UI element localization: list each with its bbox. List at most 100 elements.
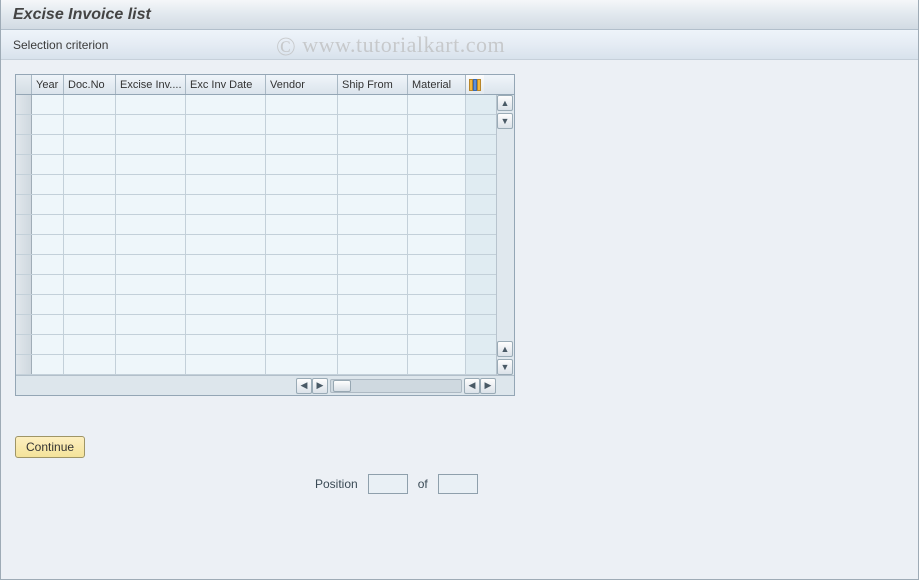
table-cell[interactable] xyxy=(32,335,64,354)
table-cell[interactable] xyxy=(186,335,266,354)
table-cell[interactable] xyxy=(408,135,466,154)
table-cell[interactable] xyxy=(266,335,338,354)
table-cell[interactable] xyxy=(338,335,408,354)
hscroll-thumb[interactable] xyxy=(333,380,351,392)
table-cell[interactable] xyxy=(338,275,408,294)
position-total-input[interactable] xyxy=(438,474,478,494)
table-cell[interactable] xyxy=(64,275,116,294)
table-cell[interactable] xyxy=(338,175,408,194)
table-cell[interactable] xyxy=(116,195,186,214)
table-cell[interactable] xyxy=(32,155,64,174)
table-cell[interactable] xyxy=(338,235,408,254)
table-cell[interactable] xyxy=(266,255,338,274)
row-selector[interactable] xyxy=(16,355,32,374)
row-selector[interactable] xyxy=(16,275,32,294)
table-cell[interactable] xyxy=(186,275,266,294)
table-cell[interactable] xyxy=(338,95,408,114)
col-header-ship-from[interactable]: Ship From xyxy=(338,75,408,94)
table-cell[interactable] xyxy=(266,195,338,214)
table-cell[interactable] xyxy=(408,155,466,174)
table-cell[interactable] xyxy=(116,155,186,174)
table-cell[interactable] xyxy=(64,355,116,374)
table-cell[interactable] xyxy=(408,335,466,354)
scroll-up-button[interactable]: ▲ xyxy=(497,95,513,111)
col-header-docno[interactable]: Doc.No xyxy=(64,75,116,94)
table-cell[interactable] xyxy=(338,255,408,274)
table-cell[interactable] xyxy=(338,135,408,154)
table-cell[interactable] xyxy=(116,175,186,194)
table-cell[interactable] xyxy=(266,355,338,374)
table-cell[interactable] xyxy=(186,135,266,154)
table-cell[interactable] xyxy=(32,255,64,274)
table-cell[interactable] xyxy=(32,295,64,314)
table-cell[interactable] xyxy=(266,235,338,254)
table-cell[interactable] xyxy=(116,335,186,354)
table-cell[interactable] xyxy=(116,355,186,374)
table-cell[interactable] xyxy=(408,215,466,234)
configure-columns-button[interactable] xyxy=(466,75,484,94)
table-cell[interactable] xyxy=(116,115,186,134)
table-cell[interactable] xyxy=(186,195,266,214)
table-cell[interactable] xyxy=(64,235,116,254)
table-cell[interactable] xyxy=(116,135,186,154)
table-cell[interactable] xyxy=(186,295,266,314)
row-selector[interactable] xyxy=(16,295,32,314)
table-cell[interactable] xyxy=(32,235,64,254)
position-current-input[interactable] xyxy=(368,474,408,494)
table-cell[interactable] xyxy=(116,95,186,114)
table-cell[interactable] xyxy=(408,95,466,114)
scroll-down-button[interactable]: ▼ xyxy=(497,113,513,129)
table-cell[interactable] xyxy=(116,295,186,314)
table-cell[interactable] xyxy=(408,255,466,274)
col-header-excise-inv[interactable]: Excise Inv.... xyxy=(116,75,186,94)
table-cell[interactable] xyxy=(116,315,186,334)
table-cell[interactable] xyxy=(338,355,408,374)
row-selector[interactable] xyxy=(16,235,32,254)
table-cell[interactable] xyxy=(64,295,116,314)
table-cell[interactable] xyxy=(64,195,116,214)
table-cell[interactable] xyxy=(186,95,266,114)
table-cell[interactable] xyxy=(32,275,64,294)
row-selector[interactable] xyxy=(16,175,32,194)
table-cell[interactable] xyxy=(338,195,408,214)
col-header-material[interactable]: Material xyxy=(408,75,466,94)
table-cell[interactable] xyxy=(116,255,186,274)
table-cell[interactable] xyxy=(186,115,266,134)
row-selector[interactable] xyxy=(16,315,32,334)
scroll-left-button-end[interactable]: ◀ xyxy=(464,378,480,394)
col-header-year[interactable]: Year xyxy=(32,75,64,94)
table-cell[interactable] xyxy=(266,115,338,134)
table-cell[interactable] xyxy=(64,175,116,194)
table-cell[interactable] xyxy=(64,95,116,114)
row-selector[interactable] xyxy=(16,195,32,214)
table-cell[interactable] xyxy=(186,175,266,194)
table-cell[interactable] xyxy=(408,315,466,334)
table-cell[interactable] xyxy=(186,235,266,254)
table-cell[interactable] xyxy=(338,315,408,334)
table-cell[interactable] xyxy=(338,115,408,134)
table-cell[interactable] xyxy=(116,275,186,294)
table-cell[interactable] xyxy=(266,95,338,114)
table-cell[interactable] xyxy=(408,355,466,374)
table-cell[interactable] xyxy=(338,295,408,314)
continue-button[interactable]: Continue xyxy=(15,436,85,458)
table-cell[interactable] xyxy=(408,295,466,314)
table-cell[interactable] xyxy=(32,135,64,154)
table-cell[interactable] xyxy=(186,215,266,234)
scroll-right-button-end[interactable]: ▶ xyxy=(480,378,496,394)
row-selector[interactable] xyxy=(16,155,32,174)
table-cell[interactable] xyxy=(266,155,338,174)
table-cell[interactable] xyxy=(408,235,466,254)
table-cell[interactable] xyxy=(64,215,116,234)
row-selector[interactable] xyxy=(16,135,32,154)
table-cell[interactable] xyxy=(32,315,64,334)
table-cell[interactable] xyxy=(186,155,266,174)
table-cell[interactable] xyxy=(266,295,338,314)
table-cell[interactable] xyxy=(186,355,266,374)
table-cell[interactable] xyxy=(408,175,466,194)
scroll-left-button[interactable]: ◀ xyxy=(296,378,312,394)
row-selector[interactable] xyxy=(16,335,32,354)
table-cell[interactable] xyxy=(64,115,116,134)
table-cell[interactable] xyxy=(338,215,408,234)
table-cell[interactable] xyxy=(266,135,338,154)
